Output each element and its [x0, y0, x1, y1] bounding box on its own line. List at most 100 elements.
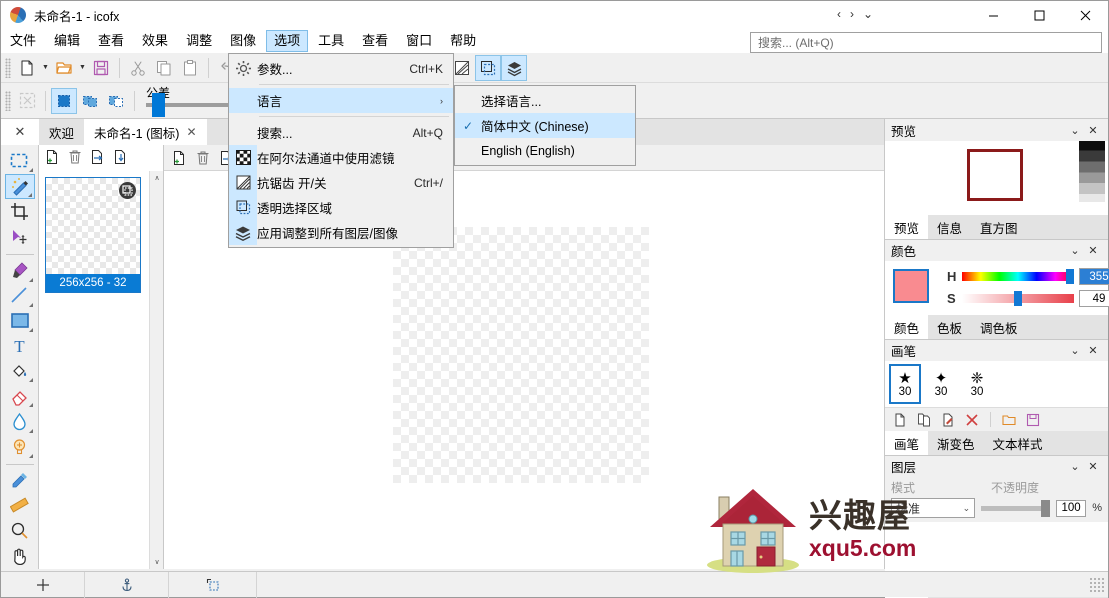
tab-close-icon[interactable]: ✕: [186, 125, 196, 139]
copy-button[interactable]: [151, 55, 177, 81]
tab-gradient[interactable]: 渐变色: [928, 431, 984, 455]
line-tool[interactable]: [5, 284, 35, 308]
menu-window[interactable]: 窗口: [398, 30, 440, 52]
menu-view2[interactable]: 查看: [354, 30, 396, 52]
layer-opacity-field[interactable]: 100: [1055, 499, 1087, 517]
scroll-down-icon[interactable]: ∨: [150, 555, 164, 569]
tool-expand-corner[interactable]: [28, 328, 33, 333]
tool-expand-corner[interactable]: [28, 378, 33, 383]
export-image-button[interactable]: [87, 146, 109, 168]
rectangle-tool[interactable]: [5, 309, 35, 333]
menu-item-apply-all-layers[interactable]: 应用调整到所有图层/图像: [229, 220, 453, 245]
hue-value-field[interactable]: 355: [1079, 268, 1109, 285]
save-brush-button[interactable]: [1022, 409, 1044, 431]
selection-mode-replace[interactable]: [51, 87, 77, 114]
brush-item-splat[interactable]: ❈ 30: [961, 364, 993, 404]
saturation-slider-thumb[interactable]: [1014, 291, 1022, 306]
delete-layer-button[interactable]: [192, 147, 214, 169]
brush-collapse-icon[interactable]: ⌄: [1066, 344, 1084, 357]
edit-brush-button[interactable]: [937, 409, 959, 431]
menu-tools[interactable]: 工具: [310, 30, 352, 52]
tool-expand-corner[interactable]: [28, 168, 33, 173]
tool-expand-corner[interactable]: [28, 453, 33, 458]
tab-color[interactable]: 颜色: [885, 315, 929, 339]
tab-untitled-1[interactable]: 未命名-1 (图标) ✕: [84, 119, 207, 145]
close-all-tabs-button[interactable]: ✕: [1, 119, 39, 145]
rectangle-select-tool[interactable]: [5, 149, 35, 173]
selection-mode-subtract[interactable]: [103, 88, 129, 114]
color-collapse-icon[interactable]: ⌄: [1066, 244, 1084, 257]
menu-help[interactable]: 帮助: [442, 30, 484, 52]
new-brush-button[interactable]: [889, 409, 911, 431]
menu-edit[interactable]: 编辑: [46, 30, 88, 52]
tolerance-thumb[interactable]: [152, 92, 165, 117]
tool-expand-corner[interactable]: [27, 192, 32, 197]
submenu-item-english[interactable]: English (English): [455, 138, 635, 163]
menu-item-transparent-selection[interactable]: 透明选择区域: [229, 195, 453, 220]
tab-next-icon[interactable]: ›: [847, 7, 857, 21]
import-image-button[interactable]: [110, 146, 132, 168]
measure-tool[interactable]: [5, 494, 35, 518]
tab-text-style[interactable]: 文本样式: [984, 431, 1052, 455]
menu-adjust[interactable]: 调整: [178, 30, 220, 52]
tool-expand-corner[interactable]: [28, 428, 33, 433]
preview-close-icon[interactable]: ✕: [1084, 124, 1102, 137]
blur-tool[interactable]: [5, 409, 35, 433]
submenu-item-chinese[interactable]: ✓ 简体中文 (Chinese): [455, 113, 635, 138]
add-image-button[interactable]: [41, 146, 63, 168]
resize-grip-icon[interactable]: [1089, 576, 1105, 593]
menu-image[interactable]: 图像: [222, 30, 264, 52]
tab-palette[interactable]: 调色板: [971, 315, 1027, 339]
tab-preview[interactable]: 预览: [885, 215, 929, 239]
layer-opacity-slider[interactable]: [981, 499, 1050, 517]
image-thumbnail-item[interactable]: 256x256 - 32: [45, 177, 141, 293]
tab-histogram[interactable]: 直方图: [971, 215, 1027, 239]
save-button[interactable]: [88, 55, 114, 81]
new-layer-button[interactable]: [168, 147, 190, 169]
toolbar-grip[interactable]: [5, 57, 11, 78]
color-picker-tool[interactable]: [5, 468, 35, 492]
saturation-value-field[interactable]: 49: [1079, 290, 1109, 307]
paste-button[interactable]: [177, 55, 203, 81]
open-file-button[interactable]: [51, 55, 77, 81]
thumbnail-scrollbar[interactable]: ∧ ∨: [149, 171, 163, 569]
search-box[interactable]: [750, 32, 1102, 53]
menu-item-alpha-filter[interactable]: 在阿尔法通道中使用滤镜: [229, 145, 453, 170]
layer-blend-mode-select[interactable]: 标准 ⌄: [891, 498, 976, 518]
maximize-button[interactable]: [1016, 1, 1062, 29]
tool-expand-corner[interactable]: [28, 277, 33, 282]
hue-slider-track[interactable]: [962, 269, 1074, 284]
selection-mode-add[interactable]: [77, 88, 103, 114]
layer-opacity-thumb[interactable]: [1040, 499, 1050, 517]
delete-brush-button[interactable]: [961, 409, 983, 431]
tab-swatches[interactable]: 色板: [928, 315, 971, 339]
new-file-dropdown-arrow[interactable]: ▼: [40, 55, 51, 81]
menu-item-search[interactable]: 搜索... Alt+Q: [229, 120, 453, 145]
menu-item-language[interactable]: 语言 ›: [229, 88, 453, 113]
menu-item-antialias[interactable]: 抗锯齿 开/关 Ctrl+/: [229, 170, 453, 195]
delete-image-button[interactable]: [64, 146, 86, 168]
clear-selection-button[interactable]: [14, 88, 40, 114]
open-brush-button[interactable]: [998, 409, 1020, 431]
magic-wand-tool[interactable]: [4, 174, 35, 199]
open-file-dropdown-arrow[interactable]: ▼: [77, 55, 88, 81]
brush-tool[interactable]: [5, 259, 35, 283]
tab-info[interactable]: 信息: [928, 215, 971, 239]
foreground-color-swatch[interactable]: [893, 269, 929, 303]
crop-tool[interactable]: [5, 200, 35, 224]
cut-button[interactable]: [125, 55, 151, 81]
brush-item-star[interactable]: ★ 30: [889, 364, 921, 404]
zoom-tool[interactable]: [5, 519, 35, 543]
preview-collapse-icon[interactable]: ⌄: [1066, 124, 1084, 137]
tool-expand-corner[interactable]: [28, 302, 33, 307]
layers-collapse-icon[interactable]: ⌄: [1066, 460, 1084, 473]
menu-file[interactable]: 文件: [2, 30, 44, 52]
eraser-tool[interactable]: [5, 384, 35, 408]
pan-tool[interactable]: [5, 544, 35, 568]
minimize-button[interactable]: [970, 1, 1016, 29]
menu-effects[interactable]: 效果: [134, 30, 176, 52]
new-file-button[interactable]: [14, 55, 40, 81]
paint-bucket-tool[interactable]: [5, 359, 35, 383]
tab-brush[interactable]: 画笔: [885, 431, 929, 455]
apply-all-layers-toggle[interactable]: [501, 55, 527, 81]
